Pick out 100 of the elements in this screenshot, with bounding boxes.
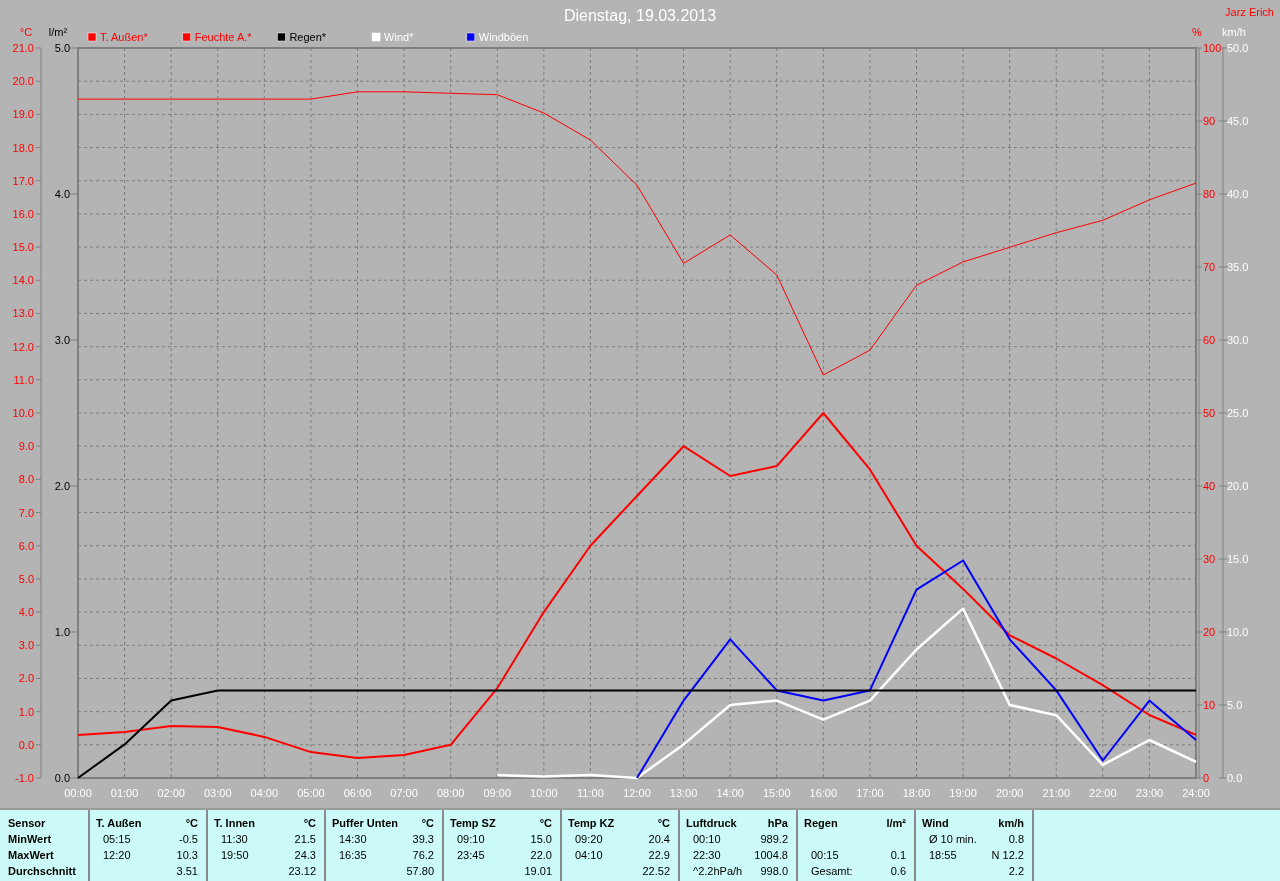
unit-header: °C	[303, 816, 316, 830]
table-cell-text: 00:15	[810, 848, 839, 862]
axis-label: 3.0	[54, 334, 70, 346]
row-label: Sensor	[8, 816, 47, 830]
axis-label: 9.0	[18, 440, 34, 453]
table-cell-text: Ø 10 min.	[928, 832, 977, 846]
axis-label: 17:00	[856, 787, 884, 799]
table-cell: N 12.2	[991, 848, 1024, 862]
axis-label: 21.0	[12, 42, 34, 54]
axis-label: 30.0	[1227, 334, 1249, 346]
column-header: Puffer Unten	[332, 816, 398, 830]
column-header: Wind	[922, 816, 949, 830]
axis-label: 4.0	[54, 188, 70, 200]
axis-label: 0	[1203, 772, 1210, 784]
table-cell-text: 12:20	[102, 848, 131, 862]
table-cell-text: 19:50	[220, 848, 249, 862]
axis-label: 10.0	[12, 407, 34, 419]
axis-label: 18:00	[902, 787, 931, 799]
axis-label: 0.0	[54, 772, 70, 784]
axis-label: 05:00	[297, 787, 325, 799]
axis-label: 02:00	[157, 787, 185, 799]
axis-label: 19.0	[12, 108, 34, 121]
axis-label: 03:00	[204, 787, 232, 799]
legend-label: T. Außen*	[100, 31, 148, 43]
table-cell: 0.6	[890, 864, 906, 878]
axis-label: 0.0	[1227, 772, 1243, 784]
axis-label: 24:00	[1182, 787, 1210, 799]
axis-label: 7.0	[18, 506, 34, 519]
table-cell-text: 11:30	[220, 832, 248, 846]
table-cell-text: 18:55	[928, 848, 957, 862]
table-cell: 23.12	[288, 864, 316, 878]
column-header: Regen	[804, 816, 838, 830]
table-cell-text: 16:35	[338, 848, 367, 862]
legend-label: Feuchte A.*	[194, 31, 252, 43]
table-cell: 24.3	[294, 848, 316, 862]
axis-label: 11.0	[13, 373, 34, 386]
axis-label: 20.0	[12, 75, 34, 88]
table-cell: 2.2	[1008, 864, 1024, 878]
axis-label: 23:00	[1135, 787, 1164, 799]
axis-label: 14.0	[12, 274, 34, 287]
table-cell: 10.3	[176, 848, 198, 862]
table-cell: 22.0	[530, 848, 552, 862]
axis-label: 10:00	[530, 787, 558, 799]
axis-label: 12:00	[623, 787, 651, 799]
axis-label: 25.0	[1227, 407, 1249, 419]
axis-unit: km/h	[1222, 26, 1246, 38]
axis-label: 5.0	[18, 572, 34, 585]
unit-header: l/m²	[886, 816, 906, 830]
table-cell: 39.3	[412, 832, 434, 846]
table-cell: 1004.8	[754, 848, 788, 862]
table-cell: 21.5	[294, 832, 316, 846]
axis-label: 11:00	[577, 787, 604, 799]
axis-label: 10	[1203, 699, 1216, 711]
axis-label: 06:00	[343, 787, 372, 799]
axis-label: 18.0	[12, 141, 34, 154]
axis-label: 5.0	[1227, 699, 1243, 711]
axis-label: 3.0	[18, 639, 34, 652]
axis-label: 5.0	[54, 42, 70, 54]
axis-label: 80	[1203, 188, 1216, 200]
table-cell: 19.01	[524, 864, 552, 878]
axis-label: 45.0	[1227, 115, 1249, 127]
unit-header: hPa	[767, 816, 788, 830]
axis-label: 20:00	[995, 787, 1024, 799]
table-cell: 998.0	[760, 864, 788, 878]
axis-unit: °C	[19, 26, 33, 38]
author-name: Jarz Erich	[1225, 6, 1274, 18]
axis-label: 1.0	[18, 705, 34, 718]
table-cell: 20.4	[648, 832, 670, 846]
unit-header: km/h	[998, 816, 1024, 830]
table-cell: 76.2	[412, 848, 434, 862]
axis-label: 1.0	[54, 626, 70, 638]
row-label: MinWert	[8, 832, 53, 846]
axis-label: 10.0	[1227, 626, 1249, 638]
table-cell: -0.5	[179, 832, 198, 846]
column-header: Luftdruck	[686, 816, 737, 830]
axis-label: 15.0	[1227, 553, 1249, 565]
column-header: T. Außen	[96, 816, 142, 830]
axis-label: 13:00	[669, 787, 698, 799]
table-cell: 0.8	[1008, 832, 1024, 846]
table-cell: 22.9	[648, 848, 670, 862]
table-cell: 0.1	[890, 848, 906, 862]
axis-label: 08:00	[436, 787, 465, 799]
table-cell: 22.52	[642, 864, 670, 878]
table-cell-text: 22:30	[692, 848, 721, 862]
axis-label: 50.0	[1227, 42, 1249, 54]
axis-label: 15.0	[12, 241, 34, 254]
axis-label: 14:00	[716, 787, 744, 799]
axis-label: 16:00	[809, 787, 838, 799]
axis-label: 2.0	[18, 672, 34, 685]
axis-label: 30	[1203, 553, 1216, 565]
legend-label: Wind*	[384, 31, 414, 43]
axis-unit: %	[1192, 26, 1202, 38]
unit-header: °C	[185, 816, 198, 830]
table-cell-text: Gesamt:	[810, 864, 853, 878]
axis-label: 6.0	[18, 539, 34, 552]
axis-label: 60	[1203, 334, 1216, 346]
unit-header: °C	[421, 816, 434, 830]
axis-label: 00:00	[64, 787, 92, 799]
column-header: Temp SZ	[450, 816, 496, 830]
axis-label: 2.0	[54, 480, 70, 492]
